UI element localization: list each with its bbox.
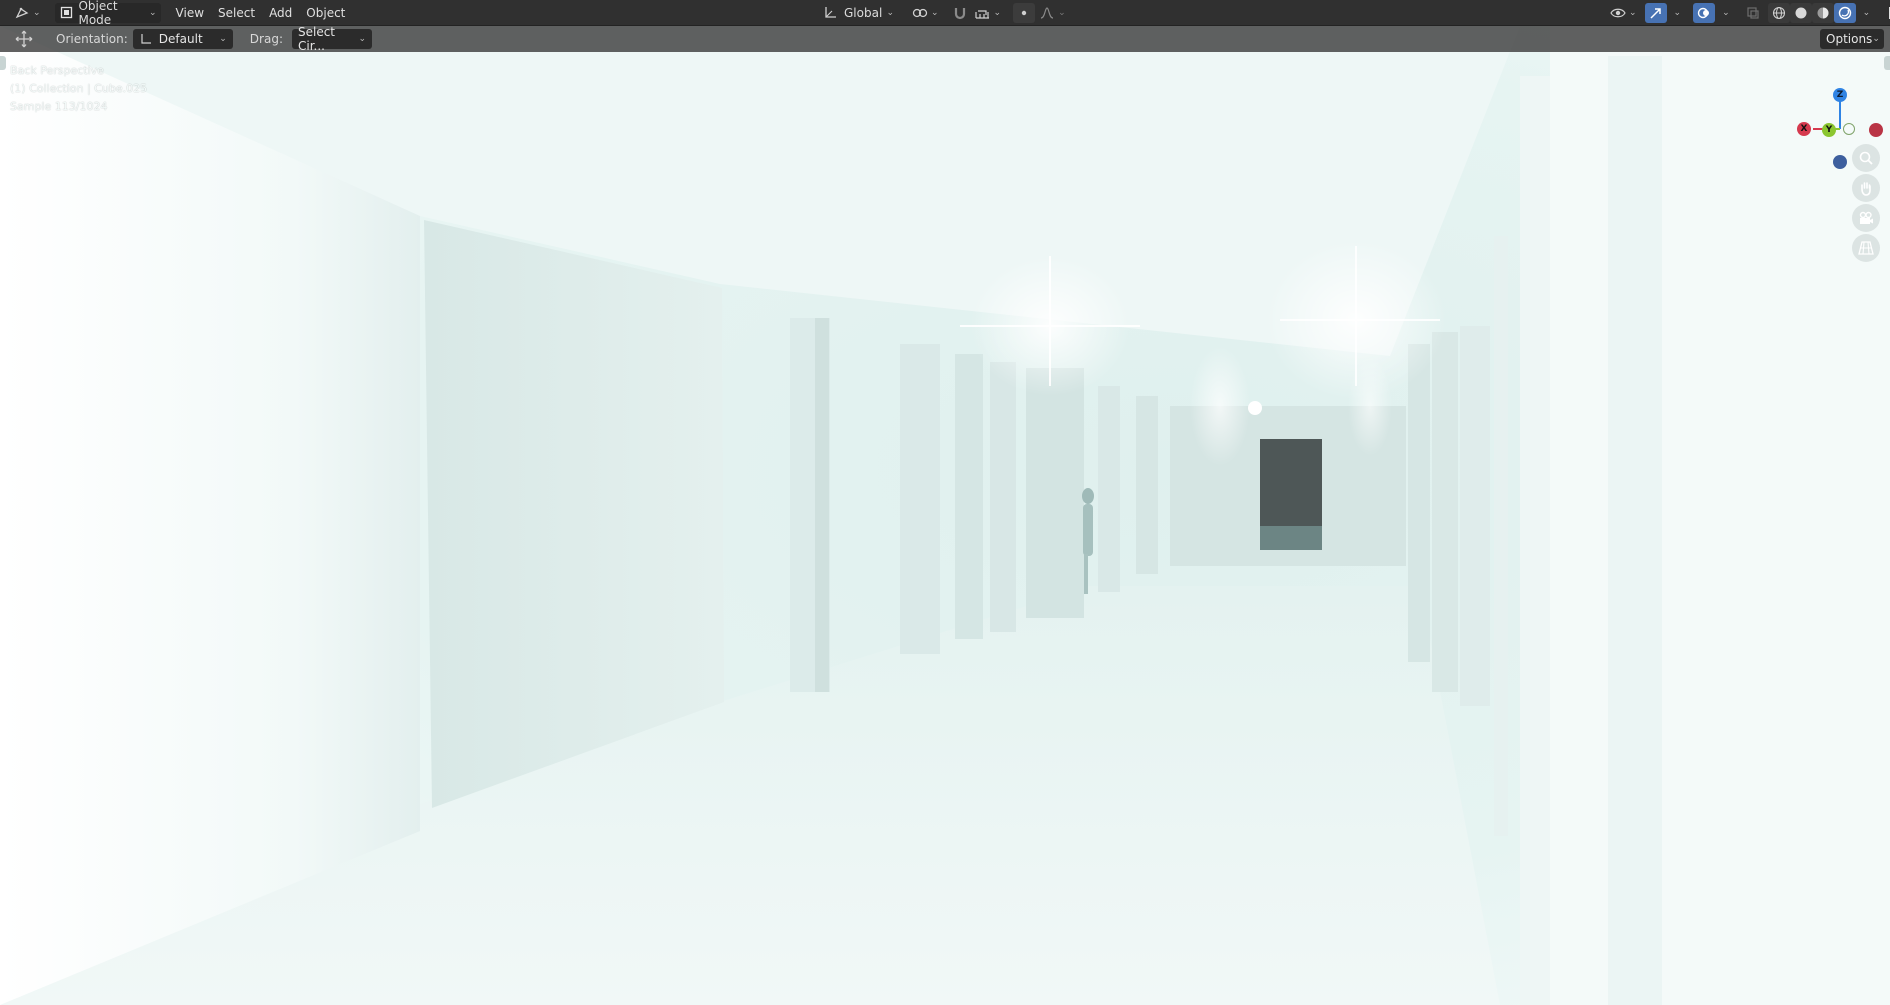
pivot-link-icon <box>912 5 928 21</box>
magnet-icon <box>952 5 968 21</box>
orientation-label: Orientation: <box>56 32 128 46</box>
orientation-label: Global <box>844 5 883 20</box>
shading-dropdown[interactable]: ⌄ <box>1856 3 1875 23</box>
orientation-value: Default <box>158 32 203 46</box>
render-sample-text: Sample 113/1024 <box>10 100 108 113</box>
gizmo-neg-x-axis[interactable] <box>1869 123 1883 137</box>
chevron-down-icon: ⌄ <box>1058 7 1066 18</box>
menu-object[interactable]: Object <box>299 3 352 23</box>
proportional-dot-icon <box>1016 5 1032 21</box>
projection-toggle-button[interactable] <box>1852 234 1880 262</box>
material-sphere-icon <box>1815 5 1831 21</box>
shading-material-button[interactable] <box>1811 2 1834 23</box>
transform-orientation-dropdown[interactable]: Global ⌄ <box>818 3 898 23</box>
snap-increment-icon <box>975 5 991 21</box>
chevron-down-icon: ⌄ <box>1673 7 1682 18</box>
pivot-point-dropdown[interactable]: ⌄ <box>908 3 943 23</box>
move-gizmo-icon <box>14 5 30 21</box>
shading-wireframe-button[interactable] <box>1767 2 1790 23</box>
gizmo-arrow-icon <box>1648 5 1664 21</box>
overlay-circles-icon <box>1696 5 1712 21</box>
mode-label: Object Mode <box>78 0 118 27</box>
drag-value: Select Cir... <box>297 25 336 53</box>
hand-icon <box>1858 180 1874 196</box>
chevron-down-icon: ⌄ <box>358 34 366 44</box>
pause-icon <box>1885 5 1890 21</box>
viewport-header: ⌄ Object Mode ⌄ View Select Add Object G… <box>0 0 1890 27</box>
drag-dropdown[interactable]: Select Cir... ⌄ <box>291 25 372 53</box>
rendered-sphere-icon <box>1837 5 1853 21</box>
menu-select[interactable]: Select <box>211 3 262 23</box>
magnify-icon <box>1858 150 1874 166</box>
snap-target-dropdown[interactable]: ⌄ <box>971 3 1006 23</box>
gizmo-dropdown[interactable]: ⌄ <box>1667 3 1686 23</box>
camera-icon <box>1858 210 1874 226</box>
xray-toggle[interactable] <box>1742 3 1764 23</box>
collection-text: (1) Collection | Cube.025 <box>10 82 148 95</box>
overlays-toggle[interactable] <box>1693 2 1716 23</box>
grid-icon <box>1858 240 1874 256</box>
gizmo-z-axis[interactable]: Z <box>1833 88 1847 102</box>
3d-viewport[interactable]: Back Perspective (1) Collection | Cube.0… <box>0 26 1890 1005</box>
orientation-dropdown[interactable]: Default ⌄ <box>132 29 233 49</box>
mode-selector[interactable]: Object Mode ⌄ <box>54 0 161 27</box>
eye-icon <box>1610 5 1626 21</box>
zoom-button[interactable] <box>1852 144 1880 172</box>
toolbar-region-toggle[interactable] <box>0 56 6 70</box>
camera-view-button[interactable] <box>1852 204 1880 232</box>
gizmo-y-axis[interactable]: Y <box>1822 123 1836 137</box>
options-label: Options <box>1826 32 1873 46</box>
gizmo-toggle[interactable] <box>1644 2 1667 23</box>
chevron-down-icon: ⌄ <box>1872 34 1880 44</box>
drag-label: Drag: <box>249 32 283 46</box>
visibility-dropdown[interactable]: ⌄ <box>1606 3 1641 23</box>
chevron-down-icon: ⌄ <box>1629 7 1637 18</box>
proportional-editing-toggle[interactable] <box>1013 2 1036 23</box>
overlays-dropdown[interactable]: ⌄ <box>1715 3 1734 23</box>
shading-rendered-button[interactable] <box>1833 2 1856 23</box>
tool-settings-bar: Orientation: Default ⌄ Drag: Select Cir.… <box>0 25 1890 53</box>
transform-tool-icon[interactable] <box>14 30 34 48</box>
gizmo-neg-z-axis[interactable] <box>1833 155 1847 169</box>
chevron-down-icon: ⌄ <box>149 7 157 18</box>
object-mode-icon <box>59 5 74 21</box>
editor-type-button[interactable]: ⌄ <box>10 3 45 23</box>
chevron-down-icon: ⌄ <box>219 34 227 44</box>
snap-toggle[interactable] <box>949 3 971 23</box>
gizmo-x-axis[interactable]: X <box>1797 122 1811 136</box>
sidebar-region-toggle[interactable] <box>1884 56 1890 70</box>
solid-sphere-icon <box>1793 5 1809 21</box>
viewport-info: Back Perspective (1) Collection | Cube.0… <box>10 62 147 116</box>
pan-button[interactable] <box>1852 174 1880 202</box>
chevron-down-icon: ⌄ <box>886 7 894 18</box>
menu-view[interactable]: View <box>169 3 211 23</box>
view-name-text: Back Perspective <box>10 64 104 77</box>
proportional-falloff-dropdown[interactable]: ⌄ <box>1035 3 1070 23</box>
xray-icon <box>1745 5 1761 21</box>
gizmo-neg-y-axis[interactable] <box>1843 123 1855 135</box>
orientation-axes-icon <box>139 31 153 47</box>
menu-add[interactable]: Add <box>262 3 299 23</box>
chevron-down-icon: ⌄ <box>931 7 939 18</box>
options-dropdown[interactable]: Options ⌄ <box>1820 29 1884 49</box>
rendered-corridor-scene <box>0 26 1890 1005</box>
falloff-curve-icon <box>1039 5 1055 21</box>
orientation-axes-icon <box>822 5 838 21</box>
chevron-down-icon: ⌄ <box>1722 7 1730 18</box>
wireframe-sphere-icon <box>1771 5 1787 21</box>
shading-solid-button[interactable] <box>1789 2 1812 23</box>
chevron-down-icon: ⌄ <box>33 7 41 18</box>
chevron-down-icon: ⌄ <box>993 7 1002 18</box>
pause-render-button[interactable] <box>1882 3 1890 23</box>
chevron-down-icon: ⌄ <box>1862 7 1871 18</box>
